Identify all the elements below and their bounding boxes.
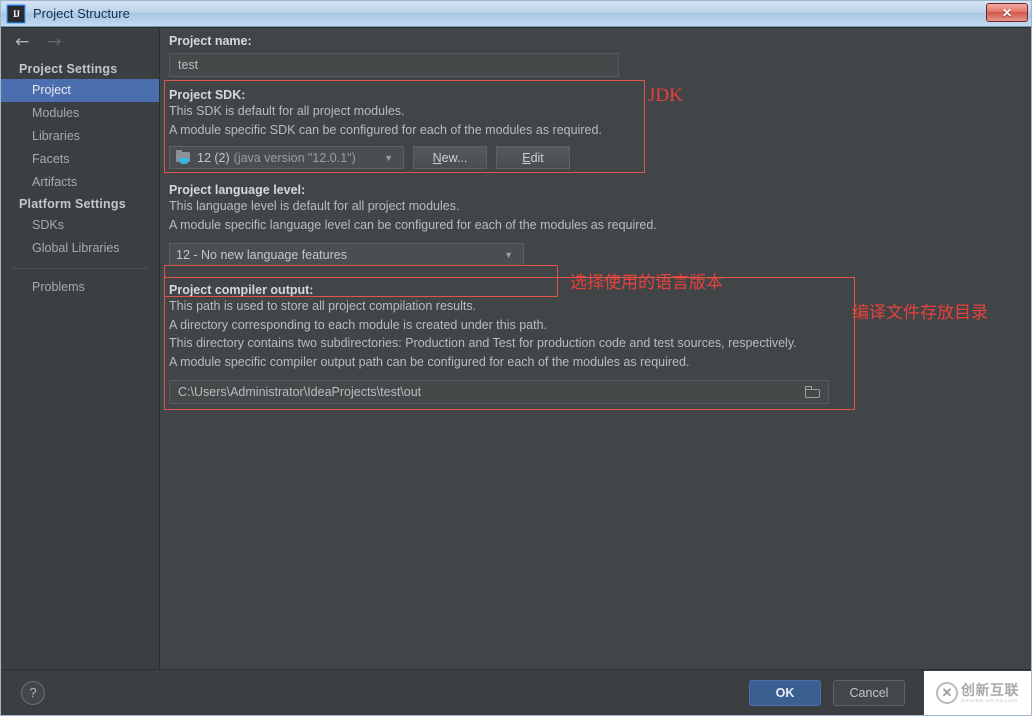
ok-button[interactable]: OK bbox=[749, 679, 821, 706]
sidebar-divider bbox=[13, 268, 147, 269]
language-level-section: Project language level: This language le… bbox=[169, 183, 849, 266]
compiler-output-path-value: C:\Users\Administrator\IdeaProjects\test… bbox=[178, 385, 422, 399]
compiler-output-label: Project compiler output: bbox=[169, 283, 314, 297]
sidebar-item-global-libraries[interactable]: Global Libraries bbox=[1, 237, 159, 260]
sidebar-item-modules[interactable]: Modules bbox=[1, 102, 159, 125]
title-bar: IJ Project Structure ✕ bbox=[1, 1, 1031, 27]
sidebar-item-problems[interactable]: Problems bbox=[1, 276, 159, 299]
compiler-output-desc-1: This path is used to store all project c… bbox=[169, 299, 477, 313]
compiler-output-path-input[interactable]: C:\Users\Administrator\IdeaProjects\test… bbox=[169, 380, 829, 404]
edit-sdk-button[interactable]: Edit bbox=[496, 146, 570, 169]
chevron-down-icon: ▼ bbox=[504, 249, 513, 260]
compiler-output-section: Project compiler output: This path is us… bbox=[169, 283, 849, 404]
sidebar-group-platform-settings: Platform Settings bbox=[19, 197, 126, 211]
intellij-idea-icon: IJ bbox=[7, 4, 25, 23]
sidebar-item-facets[interactable]: Facets bbox=[1, 148, 159, 171]
settings-nav-list: Project Settings Project Modules Librari… bbox=[1, 56, 159, 299]
chevron-down-icon: ▼ bbox=[384, 152, 393, 163]
project-sdk-selected-version: 12 (2) bbox=[197, 150, 230, 165]
project-name-input[interactable]: test bbox=[169, 53, 619, 77]
watermark-name-en: CHUANG XIN HU LIAN bbox=[961, 697, 1018, 703]
settings-sidebar: ← → Project Settings Project Modules Lib… bbox=[1, 28, 160, 669]
language-level-dropdown[interactable]: 12 - No new language features ▼ bbox=[169, 243, 524, 266]
close-icon[interactable]: ✕ bbox=[986, 3, 1028, 22]
language-level-desc-1: This language level is default for all p… bbox=[169, 199, 460, 213]
sidebar-item-libraries[interactable]: Libraries bbox=[1, 125, 159, 148]
project-name-section: Project name: test bbox=[169, 34, 629, 77]
window-body: ← → Project Settings Project Modules Lib… bbox=[1, 27, 1031, 669]
watermark-name-cn: 创新互联 bbox=[961, 681, 1019, 698]
cancel-button[interactable]: Cancel bbox=[833, 679, 905, 706]
folder-browse-icon[interactable] bbox=[805, 386, 820, 398]
compiler-output-desc-2: A directory corresponding to each module… bbox=[169, 317, 547, 332]
project-sdk-selected-detail: (java version "12.0.1") bbox=[233, 150, 356, 165]
project-structure-window: IJ Project Structure ✕ ← → Project Setti… bbox=[0, 0, 1032, 716]
question-mark-icon[interactable]: ? bbox=[21, 680, 45, 705]
window-controls: ✕ bbox=[986, 3, 1028, 22]
arrow-left-icon[interactable]: ← bbox=[15, 33, 29, 51]
project-sdk-dropdown[interactable]: 12 (2) (java version "12.0.1") ▼ bbox=[169, 146, 404, 169]
annotation-text-compiler-output: 编译文件存放目录 bbox=[852, 303, 988, 322]
annotation-text-jdk: JDK bbox=[648, 85, 683, 106]
window-title: Project Structure bbox=[33, 6, 130, 21]
project-sdk-desc-1: This SDK is default for all project modu… bbox=[169, 104, 405, 118]
project-sdk-section: Project SDK: This SDK is default for all… bbox=[169, 88, 639, 169]
annotation-box-spacer bbox=[164, 276, 166, 278]
watermark-text: 创新互联 CHUANG XIN HU LIAN bbox=[961, 683, 1019, 704]
sidebar-group-project-settings: Project Settings bbox=[19, 62, 118, 76]
sidebar-item-sdks[interactable]: SDKs bbox=[1, 214, 159, 237]
circle-x-logo-icon: ✕ bbox=[936, 682, 958, 704]
dialog-footer: ? OK Cancel ✕ 创新互联 CHUANG XIN HU LIAN bbox=[1, 669, 1031, 715]
java-sdk-folder-icon bbox=[176, 149, 192, 165]
sidebar-item-project[interactable]: Project bbox=[1, 79, 159, 102]
new-sdk-button[interactable]: New... bbox=[413, 146, 487, 169]
project-settings-panel: Project name: test Project SDK: This SDK… bbox=[160, 28, 1031, 669]
language-level-desc-2: A module specific language level can be … bbox=[169, 217, 657, 232]
compiler-output-desc-3: This directory contains two subdirectori… bbox=[169, 336, 797, 350]
language-level-selected: 12 - No new language features bbox=[176, 247, 347, 262]
project-sdk-controls: 12 (2) (java version "12.0.1") ▼ New... … bbox=[169, 146, 639, 169]
project-sdk-desc-2: A module specific SDK can be configured … bbox=[169, 122, 602, 137]
watermark-logo: ✕ 创新互联 CHUANG XIN HU LIAN bbox=[924, 671, 1031, 715]
arrow-right-icon[interactable]: → bbox=[47, 33, 61, 51]
language-level-label: Project language level: bbox=[169, 183, 306, 197]
project-name-label: Project name: bbox=[169, 34, 252, 48]
compiler-output-desc-4: A module specific compiler output path c… bbox=[169, 354, 690, 369]
navigation-arrows: ← → bbox=[1, 28, 159, 56]
sidebar-item-artifacts[interactable]: Artifacts bbox=[1, 171, 159, 194]
annotation-text-language-level: 选择使用的语言版本 bbox=[570, 273, 723, 292]
project-sdk-label: Project SDK: bbox=[169, 88, 246, 102]
